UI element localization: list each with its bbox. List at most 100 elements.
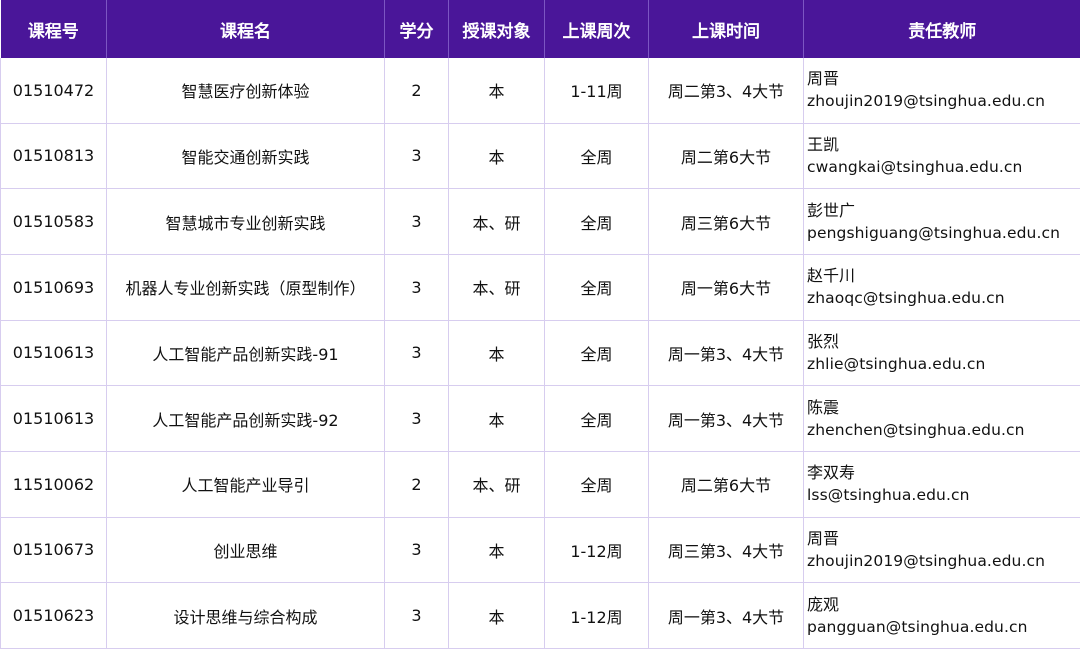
course-code: 01510613 (0, 320, 107, 387)
course-time: 周一第3、4大节 (648, 582, 804, 649)
teacher-name: 张烈 (807, 331, 840, 351)
course-teacher: 陈震 zhenchen@tsinghua.edu.cn (803, 385, 1080, 452)
header-teacher: 责任教师 (803, 0, 1080, 58)
table-header: 课程号 课程名 学分 授课对象 上课周次 上课时间 责任教师 (0, 0, 1080, 58)
course-name: 人工智能产业导引 (106, 451, 385, 518)
course-code: 01510613 (0, 385, 107, 452)
course-weeks: 全周 (544, 385, 649, 452)
course-teacher: 周晋 zhoujin2019@tsinghua.edu.cn (803, 58, 1080, 124)
table-row: 01510693 机器人专业创新实践（原型制作） 3 本、研 全周 周一第6大节… (0, 254, 1080, 321)
table-row: 01510472 智慧医疗创新体验 2 本 1-11周 周二第3、4大节 周晋 … (0, 58, 1080, 124)
course-audience: 本、研 (448, 451, 545, 518)
course-teacher: 彭世广 pengshiguang@tsinghua.edu.cn (803, 188, 1080, 255)
course-time: 周三第3、4大节 (648, 517, 804, 584)
course-weeks: 全周 (544, 320, 649, 387)
course-weeks: 全周 (544, 123, 649, 190)
course-teacher: 李双寿 lss@tsinghua.edu.cn (803, 451, 1080, 518)
course-credit: 3 (384, 582, 449, 649)
course-weeks: 全周 (544, 188, 649, 255)
course-teacher: 王凯 cwangkai@tsinghua.edu.cn (803, 123, 1080, 190)
course-audience: 本 (448, 385, 545, 452)
course-weeks: 1-11周 (544, 58, 649, 124)
course-audience: 本 (448, 517, 545, 584)
teacher-name: 周晋 (807, 528, 840, 548)
teacher-email: zhoujin2019@tsinghua.edu.cn (807, 92, 1046, 111)
course-name: 人工智能产品创新实践-91 (106, 320, 385, 387)
teacher-email: zhaoqc@tsinghua.edu.cn (807, 289, 1005, 308)
course-name: 设计思维与综合构成 (106, 582, 385, 649)
course-code: 01510472 (0, 58, 107, 124)
course-code: 11510062 (0, 451, 107, 518)
teacher-name: 陈震 (807, 397, 840, 417)
course-code: 01510673 (0, 517, 107, 584)
table-body: 01510472 智慧医疗创新体验 2 本 1-11周 周二第3、4大节 周晋 … (0, 58, 1080, 649)
course-time: 周二第6大节 (648, 123, 804, 190)
course-teacher: 庞观 pangguan@tsinghua.edu.cn (803, 582, 1080, 649)
header-audience: 授课对象 (448, 0, 545, 58)
course-time: 周一第6大节 (648, 254, 804, 321)
course-credit: 3 (384, 385, 449, 452)
header-course-code: 课程号 (0, 0, 107, 58)
table-row: 11510062 人工智能产业导引 2 本、研 全周 周二第6大节 李双寿 ls… (0, 451, 1080, 518)
course-weeks: 全周 (544, 451, 649, 518)
course-audience: 本、研 (448, 188, 545, 255)
table-row: 01510673 创业思维 3 本 1-12周 周三第3、4大节 周晋 zhou… (0, 517, 1080, 584)
teacher-email: pengshiguang@tsinghua.edu.cn (807, 223, 1061, 242)
course-audience: 本 (448, 582, 545, 649)
table-row: 01510813 智能交通创新实践 3 本 全周 周二第6大节 王凯 cwang… (0, 123, 1080, 190)
teacher-name: 彭世广 (807, 200, 856, 220)
course-name: 智慧城市专业创新实践 (106, 188, 385, 255)
course-time: 周二第6大节 (648, 451, 804, 518)
teacher-email: zhenchen@tsinghua.edu.cn (807, 420, 1025, 439)
teacher-email: zhoujin2019@tsinghua.edu.cn (807, 551, 1046, 570)
course-weeks: 1-12周 (544, 517, 649, 584)
course-audience: 本 (448, 320, 545, 387)
course-credit: 3 (384, 517, 449, 584)
course-name: 智慧医疗创新体验 (106, 58, 385, 124)
course-time: 周一第3、4大节 (648, 320, 804, 387)
course-audience: 本、研 (448, 254, 545, 321)
course-table: 课程号 课程名 学分 授课对象 上课周次 上课时间 责任教师 01510472 … (0, 0, 1080, 649)
course-code: 01510693 (0, 254, 107, 321)
teacher-name: 李双寿 (807, 463, 856, 483)
teacher-name: 庞观 (807, 594, 840, 614)
course-weeks: 1-12周 (544, 582, 649, 649)
course-name: 机器人专业创新实践（原型制作） (106, 254, 385, 321)
table-row: 01510583 智慧城市专业创新实践 3 本、研 全周 周三第6大节 彭世广 … (0, 188, 1080, 255)
course-time: 周二第3、4大节 (648, 58, 804, 124)
course-weeks: 全周 (544, 254, 649, 321)
course-credit: 2 (384, 451, 449, 518)
teacher-email: lss@tsinghua.edu.cn (807, 486, 970, 505)
teacher-name: 周晋 (807, 69, 840, 89)
teacher-email: zhlie@tsinghua.edu.cn (807, 354, 986, 373)
teacher-email: pangguan@tsinghua.edu.cn (807, 617, 1028, 636)
course-audience: 本 (448, 58, 545, 124)
course-audience: 本 (448, 123, 545, 190)
teacher-name: 王凯 (807, 134, 840, 154)
header-credit: 学分 (384, 0, 449, 58)
course-time: 周三第6大节 (648, 188, 804, 255)
course-teacher: 周晋 zhoujin2019@tsinghua.edu.cn (803, 517, 1080, 584)
table-row: 01510623 设计思维与综合构成 3 本 1-12周 周一第3、4大节 庞观… (0, 582, 1080, 649)
course-code: 01510813 (0, 123, 107, 190)
header-weeks: 上课周次 (544, 0, 649, 58)
header-row: 课程号 课程名 学分 授课对象 上课周次 上课时间 责任教师 (0, 0, 1080, 58)
header-time: 上课时间 (648, 0, 804, 58)
course-code: 01510583 (0, 188, 107, 255)
table-row: 01510613 人工智能产品创新实践-91 3 本 全周 周一第3、4大节 张… (0, 320, 1080, 387)
course-name: 智能交通创新实践 (106, 123, 385, 190)
teacher-name: 赵千川 (807, 266, 856, 286)
course-code: 01510623 (0, 582, 107, 649)
table-row: 01510613 人工智能产品创新实践-92 3 本 全周 周一第3、4大节 陈… (0, 385, 1080, 452)
teacher-email: cwangkai@tsinghua.edu.cn (807, 157, 1023, 176)
course-name: 创业思维 (106, 517, 385, 584)
course-credit: 3 (384, 320, 449, 387)
course-credit: 2 (384, 58, 449, 124)
course-teacher: 赵千川 zhaoqc@tsinghua.edu.cn (803, 254, 1080, 321)
header-course-name: 课程名 (106, 0, 385, 58)
course-teacher: 张烈 zhlie@tsinghua.edu.cn (803, 320, 1080, 387)
course-name: 人工智能产品创新实践-92 (106, 385, 385, 452)
course-time: 周一第3、4大节 (648, 385, 804, 452)
course-credit: 3 (384, 188, 449, 255)
course-credit: 3 (384, 254, 449, 321)
